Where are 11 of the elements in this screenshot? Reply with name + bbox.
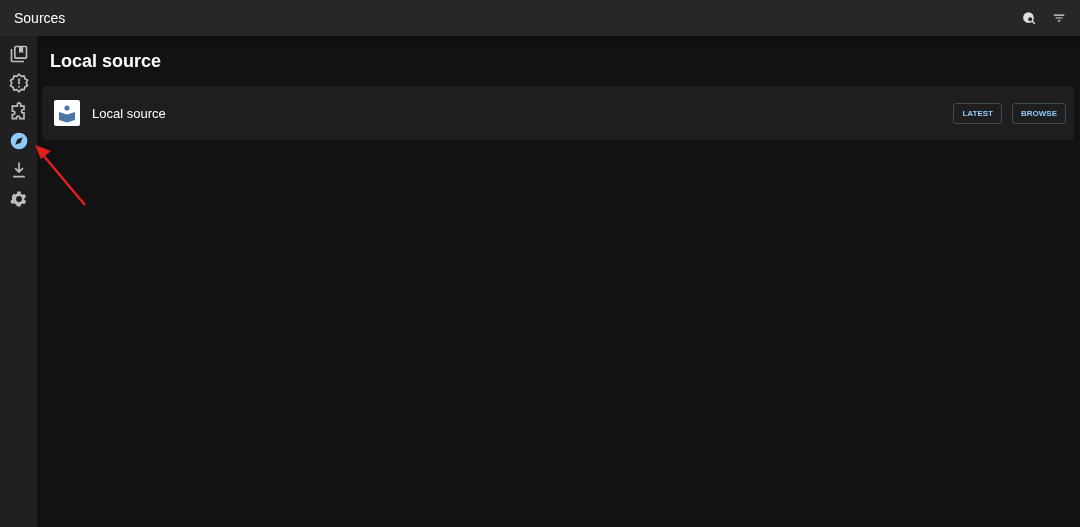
alert-badge-icon [8,72,29,93]
page-heading: Local source [50,51,163,72]
globe-search-icon [1022,11,1036,25]
app-title: Sources [14,10,66,26]
source-card[interactable]: Local source LATEST BROWSE [42,86,1074,140]
source-name: Local source [92,105,167,121]
bookmark-stack-icon [8,43,29,64]
source-action-button[interactable]: BROWSE [1012,102,1066,124]
compass-icon [8,130,29,151]
source-action-button[interactable]: LATEST [953,102,1002,124]
book-reader-icon [54,100,80,126]
